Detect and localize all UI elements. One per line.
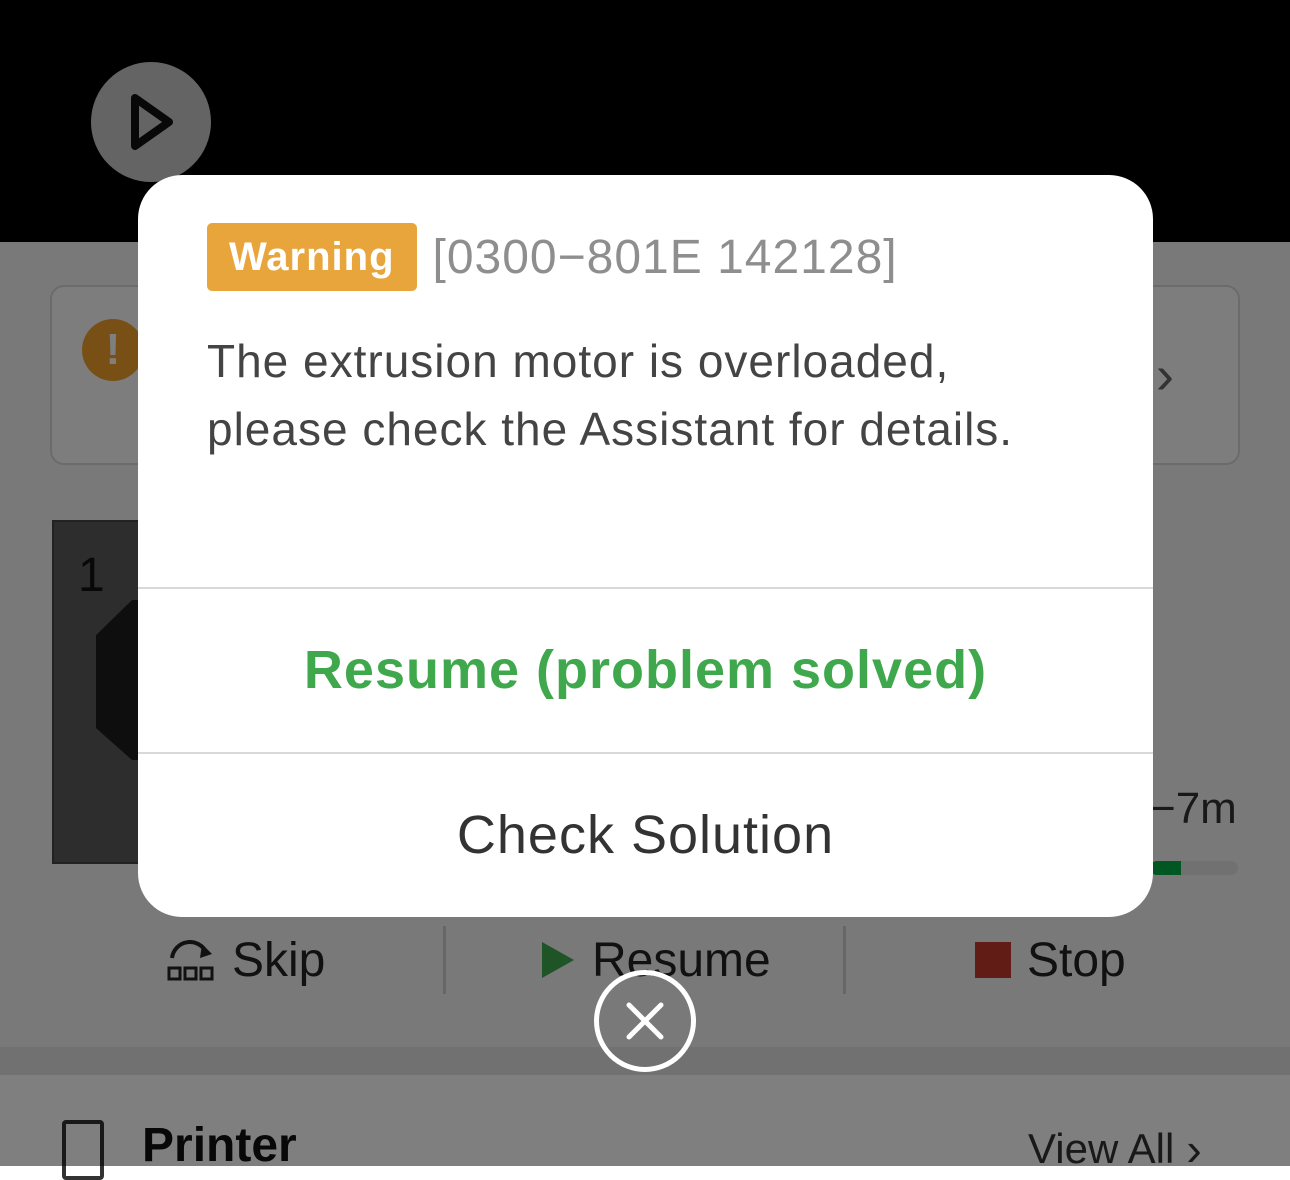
close-icon <box>626 1002 664 1040</box>
dialog-message: The extrusion motor is overloaded, pleas… <box>207 335 1014 455</box>
warning-badge: Warning <box>207 223 417 291</box>
dialog-header: Warning [0300−801E 142128] <box>207 223 898 291</box>
close-dialog-button[interactable] <box>594 970 696 1072</box>
error-dialog: Warning [0300−801E 142128] The extrusion… <box>138 175 1153 917</box>
error-code: [0300−801E 142128] <box>432 230 898 284</box>
resume-problem-solved-button[interactable]: Resume (problem solved) <box>138 589 1153 752</box>
check-solution-button[interactable]: Check Solution <box>138 754 1153 917</box>
